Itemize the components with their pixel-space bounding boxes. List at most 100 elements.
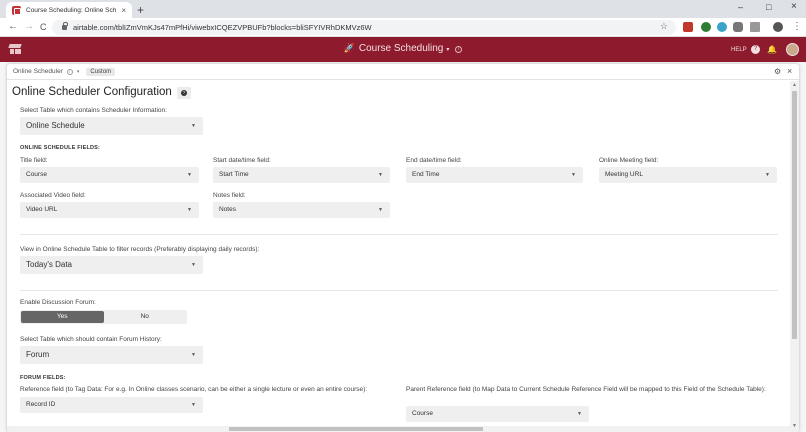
dropdown-arrow-icon: ▼: [187, 207, 192, 213]
bookmark-star-icon[interactable]: ☆: [660, 21, 668, 32]
meeting-field-label: Online Meeting field:: [599, 157, 659, 164]
forum-history-value: Forum: [26, 350, 50, 359]
view-filter-label: View in Online Schedule Table to filter …: [20, 246, 260, 253]
parent-reference-value: Course: [412, 410, 433, 417]
online-schedule-fields-heading: ONLINE SCHEDULE FIELDS:: [20, 145, 101, 151]
block-panel: Online Scheduler i ▾ Custom ⚙ × Online S…: [7, 64, 799, 432]
dropdown-arrow-icon: ▼: [378, 172, 383, 178]
info-icon[interactable]: i: [66, 68, 73, 75]
section-divider: [20, 290, 778, 291]
view-filter-select[interactable]: Today's Data ▼: [20, 256, 203, 274]
dropdown-arrow-icon: ▼: [577, 411, 582, 417]
dropdown-arrow-icon: ▼: [191, 402, 196, 408]
browser-tabstrip: Course Scheduling: Online Sche × + – □ ×: [0, 0, 806, 18]
extension-red-icon[interactable]: [683, 22, 693, 32]
scroll-up-icon[interactable]: ▲: [791, 82, 798, 88]
dropdown-arrow-icon: ▼: [571, 172, 576, 178]
address-bar[interactable]: airtable.com/tblIZmVmKJs47mPfHi/viwebxIC…: [52, 20, 676, 35]
start-field-label: Start date/time field:: [213, 157, 271, 164]
close-icon[interactable]: ×: [787, 66, 792, 76]
extension-blue-icon[interactable]: [717, 22, 727, 32]
dropdown-arrow-icon: ▼: [765, 172, 770, 178]
url-text: airtable.com/tblIZmVmKJs47mPfHi/viwebxIC…: [73, 23, 372, 32]
section-divider: [20, 234, 778, 235]
app-header: 🚀 Course Scheduling ▾ i HELP ? 🔔: [0, 37, 806, 62]
lock-icon: [62, 22, 68, 30]
dropdown-arrow-icon: ▼: [191, 262, 196, 268]
reference-field-value: Record ID: [26, 401, 56, 408]
extension-green-icon[interactable]: [701, 22, 711, 32]
horizontal-scrollbar-thumb[interactable]: [229, 427, 483, 431]
reload-button[interactable]: C: [40, 22, 47, 32]
window-close-button[interactable]: ×: [791, 1, 797, 12]
browser-menu-icon[interactable]: ⋮: [792, 21, 802, 32]
start-field-value: Start Time: [219, 171, 249, 178]
view-filter-value: Today's Data: [26, 260, 72, 269]
block-name[interactable]: Online Scheduler: [13, 68, 63, 75]
airtable-favicon-icon: [12, 5, 21, 15]
forum-history-select[interactable]: Forum ▼: [20, 346, 203, 364]
chevron-down-icon[interactable]: ▾: [77, 69, 80, 75]
chevron-down-icon: ▾: [446, 47, 450, 53]
minimize-button[interactable]: –: [738, 2, 743, 12]
back-button[interactable]: ←: [8, 21, 18, 32]
meeting-field-value: Meeting URL: [605, 171, 643, 178]
rocket-icon: 🚀: [343, 43, 355, 53]
forum-no-option[interactable]: No: [104, 311, 187, 323]
title-field-select[interactable]: Course ▼: [20, 167, 199, 183]
tab-title: Course Scheduling: Online Sche: [26, 6, 117, 14]
notes-field-select[interactable]: Notes ▼: [213, 202, 390, 218]
browser-toolbar: ← → C airtable.com/tblIZmVmKJs47mPfHi/vi…: [0, 18, 806, 37]
forum-toggle: Yes No: [20, 310, 187, 324]
notes-field-value: Notes: [219, 206, 236, 213]
parent-reference-select[interactable]: Course ▼: [406, 406, 589, 422]
forward-button[interactable]: →: [24, 21, 34, 32]
block-panel-header: Online Scheduler i ▾ Custom: [7, 64, 799, 80]
help-icon[interactable]: ?: [751, 45, 760, 54]
dropdown-arrow-icon: ▼: [187, 172, 192, 178]
start-field-select[interactable]: Start Time ▼: [213, 167, 390, 183]
configuration-form: Online Scheduler Configuration ? Select …: [12, 81, 788, 426]
dropdown-arrow-icon: ▼: [191, 123, 196, 129]
scroll-down-icon[interactable]: ▼: [791, 423, 798, 429]
dropdown-arrow-icon: ▼: [191, 352, 196, 358]
tab-close-icon[interactable]: ×: [121, 6, 126, 15]
video-field-value: Video URL: [26, 206, 58, 213]
page-title: Online Scheduler Configuration: [12, 86, 172, 98]
help-link[interactable]: HELP: [731, 47, 747, 53]
vertical-scrollbar[interactable]: ▲ ▼: [790, 81, 799, 432]
user-avatar[interactable]: [786, 43, 799, 56]
meeting-field-select[interactable]: Meeting URL ▼: [599, 167, 777, 183]
scheduler-table-select[interactable]: Online Schedule ▼: [20, 117, 203, 135]
title-field-value: Course: [26, 171, 47, 178]
forum-history-label: Select Table which should contain Forum …: [20, 336, 162, 343]
base-title[interactable]: 🚀 Course Scheduling ▾ i: [0, 43, 806, 54]
parent-reference-label: Parent Reference field (to Map Data to C…: [406, 386, 766, 393]
notifications-bell-icon[interactable]: 🔔: [767, 45, 777, 54]
scheduler-table-value: Online Schedule: [26, 121, 85, 130]
info-icon: i: [455, 46, 463, 53]
title-field-label: Title field:: [20, 157, 48, 164]
new-tab-button[interactable]: +: [137, 3, 144, 17]
video-field-label: Associated Video field:: [20, 192, 86, 199]
end-field-select[interactable]: End Time ▼: [406, 167, 583, 183]
forum-yes-option[interactable]: Yes: [21, 311, 104, 323]
question-icon: ?: [181, 90, 187, 96]
scrollbar-thumb[interactable]: [792, 91, 797, 339]
camera-extension-icon[interactable]: [733, 22, 743, 32]
video-field-select[interactable]: Video URL ▼: [20, 202, 199, 218]
reference-field-select[interactable]: Record ID ▼: [20, 397, 203, 413]
browser-tab[interactable]: Course Scheduling: Online Sche ×: [6, 2, 132, 18]
puzzle-extension-icon[interactable]: [750, 22, 760, 32]
maximize-button[interactable]: □: [766, 2, 771, 12]
end-field-label: End date/time field:: [406, 157, 462, 164]
end-field-value: End Time: [412, 171, 440, 178]
base-title-text: Course Scheduling: [358, 43, 444, 54]
gear-icon[interactable]: ⚙: [774, 67, 781, 76]
help-button[interactable]: ?: [177, 87, 191, 99]
forum-toggle-label: Enable Discussion Forum:: [20, 299, 96, 306]
horizontal-scrollbar[interactable]: [7, 426, 790, 432]
profile-icon[interactable]: [773, 22, 783, 32]
forum-fields-heading: FORUM FIELDS:: [20, 375, 66, 381]
reference-field-label: Reference field (to Tag Data: For e.g. I…: [20, 386, 368, 393]
